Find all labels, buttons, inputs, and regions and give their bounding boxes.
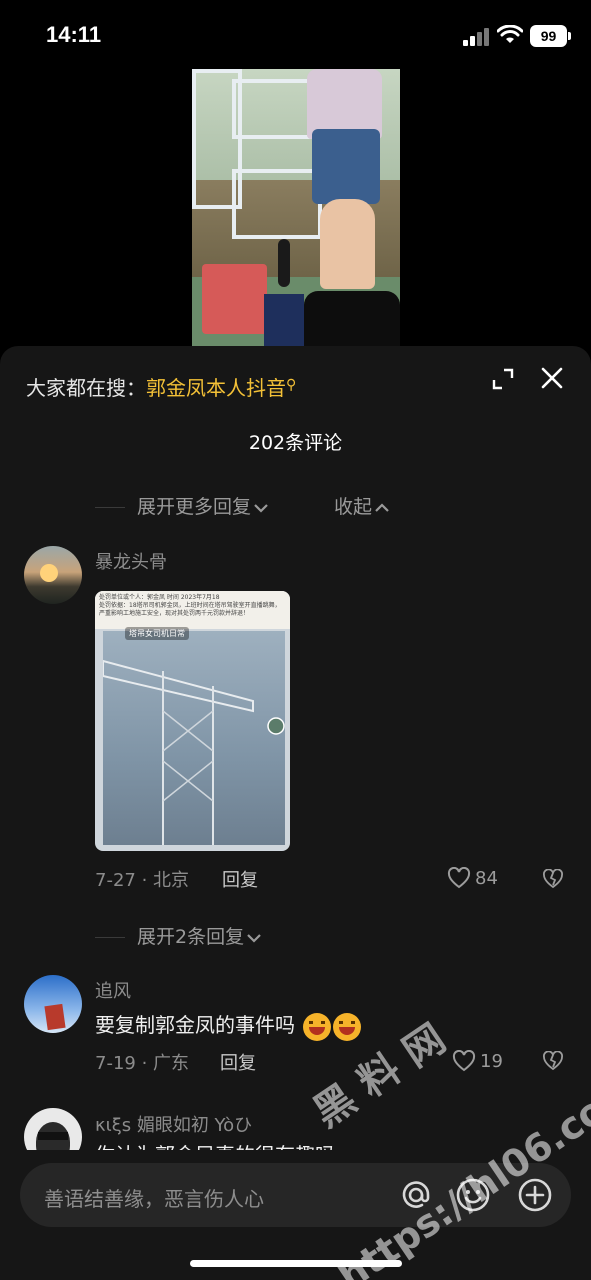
dislike-icon[interactable] — [542, 1051, 564, 1071]
video-person-shorts — [312, 129, 380, 204]
wifi-icon — [497, 25, 523, 43]
expand-replies-label: 展开2条回复 — [137, 926, 245, 948]
avatar[interactable] — [24, 975, 82, 1033]
laughing-emoji-icon — [333, 1012, 362, 1041]
comment-username[interactable]: 追风 — [95, 977, 131, 1003]
like-button[interactable]: 19 — [452, 1050, 503, 1072]
laughing-emoji-icon — [303, 1012, 332, 1041]
heart-icon — [447, 867, 471, 889]
avatar[interactable] — [24, 546, 82, 604]
image-doc-line: 严重影响工地施工安全，现对其处罚两千元罚款并辞退！ — [99, 610, 250, 617]
comment-username[interactable]: κιξs 媚眼如初 Yòひ — [95, 1111, 252, 1137]
video-console — [264, 294, 304, 346]
image-crane-screenshot — [102, 631, 285, 845]
like-count: 84 — [475, 867, 498, 889]
battery-indicator: 99 — [530, 25, 571, 47]
video-lever — [278, 239, 290, 287]
comment-date-location: 7-19 · 广东 — [95, 1053, 190, 1074]
collapse-label: 收起 — [334, 496, 373, 518]
video-red-panel — [202, 264, 267, 334]
image-doc-line: 处罚依据：18塔吊司机郭金凤，上班时间在塔吊驾驶室开直播跳舞， — [99, 602, 281, 609]
reply-button[interactable]: 回复 — [220, 1049, 256, 1075]
heart-icon — [452, 1050, 476, 1072]
expand-icon[interactable] — [492, 368, 514, 390]
search-q-icon: ⚲ — [286, 377, 297, 393]
comment-count-title: 202条评论 — [248, 432, 343, 454]
search-suggestion[interactable]: 大家都在搜：郭金凤本人抖音⚲ — [26, 372, 296, 401]
comment-text-content: 要复制郭金凤的事件吗 — [95, 1013, 295, 1037]
divider-line — [95, 937, 125, 938]
comment-image[interactable]: 处罚单位或个人：郭金凤 时间 2023年7月18 处罚依据：18塔吊司机郭金凤，… — [95, 591, 290, 851]
comment-sheet: 大家都在搜：郭金凤本人抖音⚲ 202条评论 展开更多回复 收起 暴龙头骨 处罚单… — [0, 346, 591, 1280]
divider-line — [95, 507, 125, 508]
status-time: 14:11 — [46, 22, 102, 47]
image-tag: 塔吊女司机日常 — [125, 627, 189, 640]
signal-icon — [463, 28, 491, 46]
collapse-button[interactable]: 收起 — [334, 492, 390, 519]
video-person-legs — [320, 199, 375, 289]
crane-drawing — [102, 659, 285, 845]
expand-more-label: 展开更多回复 — [137, 496, 252, 518]
like-count: 19 — [480, 1050, 503, 1072]
image-document-text: 处罚单位或个人：郭金凤 时间 2023年7月18 处罚依据：18塔吊司机郭金凤，… — [95, 591, 290, 629]
avatar-sunglasses — [38, 1132, 68, 1140]
chevron-down-icon — [254, 503, 268, 513]
avatar-figure — [44, 1003, 66, 1031]
comment-text: 要复制郭金凤的事件吗 — [95, 1009, 362, 1041]
video-player[interactable] — [192, 69, 400, 346]
chevron-up-icon — [375, 502, 389, 512]
search-prefix: 大家都在搜： — [26, 376, 146, 400]
comment-username[interactable]: 暴龙头骨 — [95, 548, 167, 574]
like-button[interactable]: 84 — [447, 867, 498, 889]
chevron-down-icon — [247, 933, 261, 943]
video-window-frame — [232, 169, 322, 239]
dislike-icon[interactable] — [542, 869, 564, 889]
close-icon[interactable] — [540, 366, 564, 390]
expand-replies-button[interactable]: 展开2条回复 — [95, 922, 262, 949]
avatar-sun — [40, 564, 58, 582]
expand-more-replies-button[interactable]: 展开更多回复 — [95, 492, 269, 519]
image-doc-line: 处罚单位或个人：郭金凤 时间 2023年7月18 — [99, 594, 220, 601]
video-seat — [304, 291, 400, 346]
search-term[interactable]: 郭金凤本人抖音 — [146, 376, 286, 400]
comment-date-location: 7-27 · 北京 — [95, 870, 190, 891]
status-bar: 14:11 99 — [0, 0, 591, 70]
comment-input-placeholder: 善语结善缘，恶言伤人心 — [44, 1187, 264, 1211]
reply-button[interactable]: 回复 — [222, 866, 258, 892]
